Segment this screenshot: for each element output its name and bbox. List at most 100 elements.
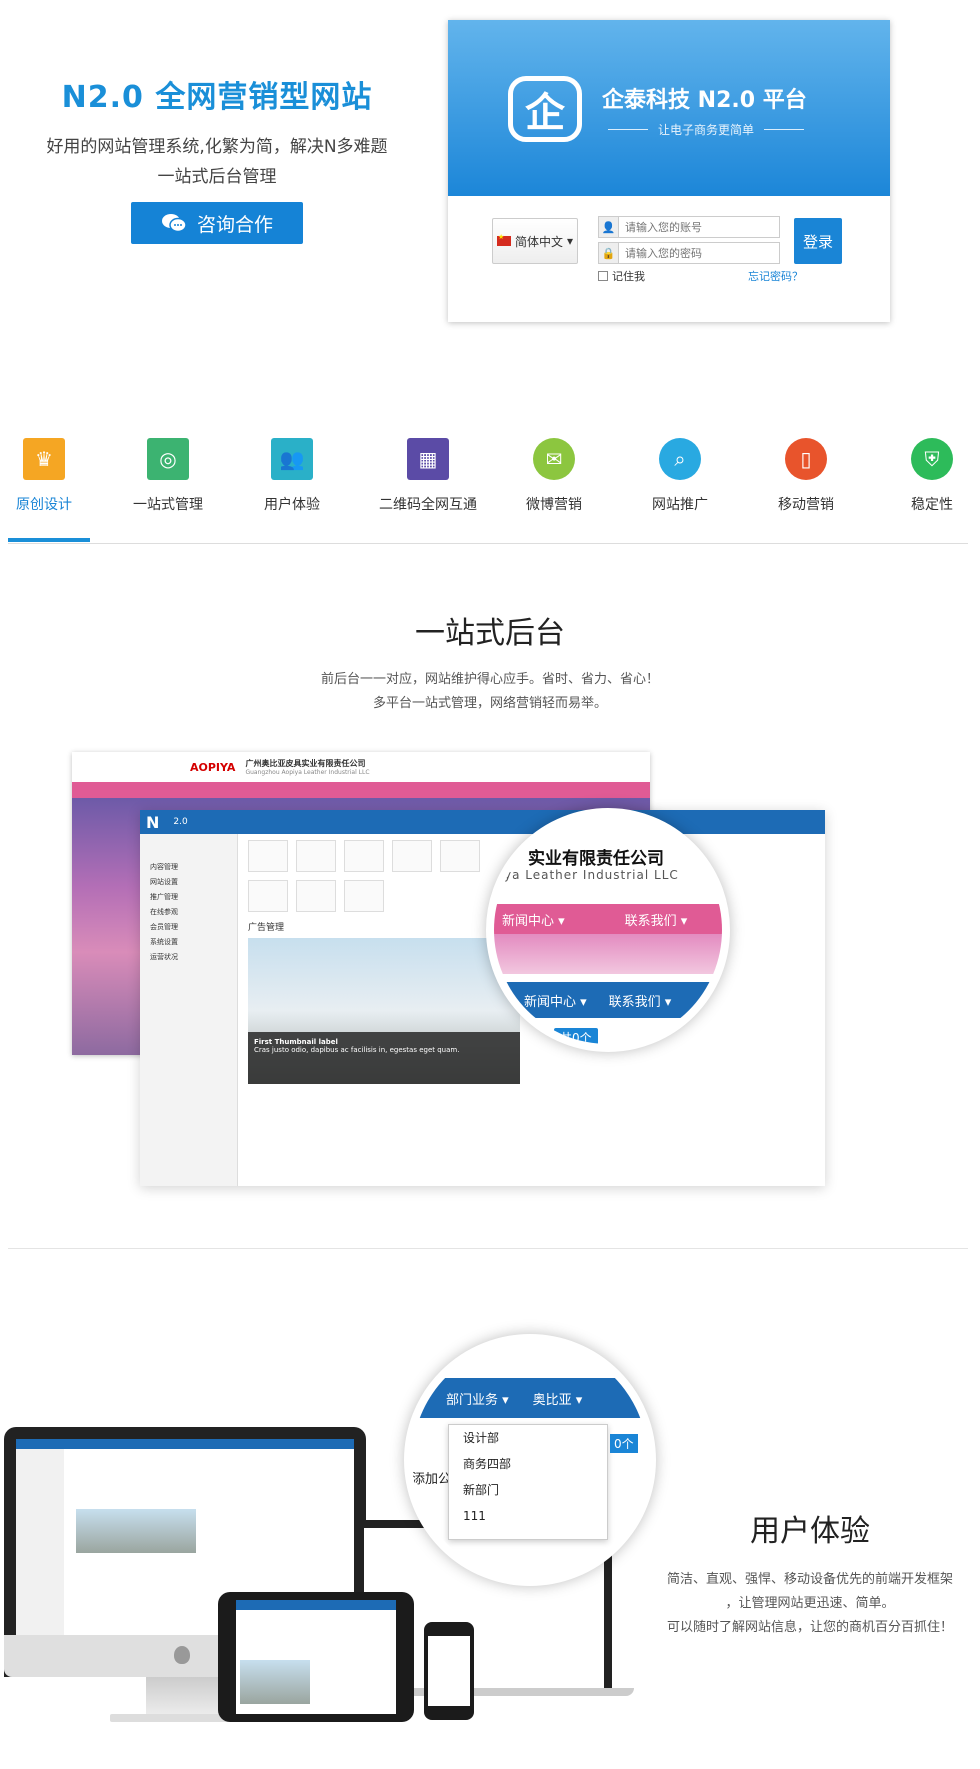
section-description: 简洁、直观、强悍、移动设备优先的前端开发框架 ，让管理网站更迅速、简单。 可以随… [650,1568,970,1640]
mobile-icon: ▯ [785,438,827,480]
brand-title: 企泰科技 N2.0 平台 [602,88,807,113]
dropdown-item[interactable]: 新部门 [449,1477,607,1503]
feature-label: 原创设计 [16,497,72,513]
caption-title: First Thumbnail label [254,1038,338,1046]
account-input[interactable] [619,220,769,234]
crown-icon: ♛ [23,438,65,480]
account-field[interactable]: 👤 [598,216,780,238]
caption-text: Cras justo odio, dapibus ac facilisis in… [254,1046,460,1054]
sidebar-item: 网站设置 [150,878,178,886]
feature-label: 移动营销 [778,497,834,513]
section-desc-line1: 简洁、直观、强悍、移动设备优先的前端开发框架 [666,1572,953,1587]
section-desc-line1: 前后台一一对应，网站维护得心应手。省时、省力、省心！ [320,672,659,687]
hero-title: N2.0 全网营销型网站 [61,80,373,115]
login-button[interactable]: 登录 [794,218,842,264]
dropdown-item[interactable]: 设计部 [449,1425,607,1451]
admin-screenshot: N 2.0 内容管理 网站设置 推广管理 在线参观 会员管理 系统设置 运营状况… [140,810,825,1186]
zoom-admin-nav: 部门业务 ▾ 奥比亚 ▾ [412,1378,648,1418]
nav-department[interactable]: 部门业务 ▾ [446,1389,509,1408]
feature-stability[interactable]: ⛨ 稳定性 [872,438,980,514]
caret-down-icon: ▾ [566,234,574,248]
chat-bubble-icon: ✉ [533,438,575,480]
feature-one-stop[interactable]: ◎ 一站式管理 [108,438,228,514]
password-field[interactable]: 🔒 [598,242,780,264]
brand-tagline: 让电子商务更简单 [608,121,805,138]
search-icon: ⌕ [659,438,701,480]
zoom-banner [494,934,722,974]
users-icon: 👥 [271,438,313,480]
feature-label: 微博营销 [526,497,582,513]
sidebar-item: 运营状况 [150,953,178,961]
department-dropdown: 设计部 商务四部 新部门 111 [448,1424,608,1540]
remember-checkbox[interactable] [598,271,608,281]
feature-qrcode[interactable]: ▦ 二维码全网互通 [358,438,498,514]
sidebar-item: 系统设置 [150,938,178,946]
consult-button-label: 咨询合作 [196,213,273,236]
password-input[interactable] [619,246,769,260]
feature-label: 稳定性 [911,497,953,513]
feature-weibo[interactable]: ✉ 微博营销 [494,438,614,514]
login-header: 企 企泰科技 N2.0 平台 让电子商务更简单 [448,20,890,196]
nav-contact: 联系我们 ▾ [624,913,688,929]
feature-label: 二维码全网互通 [379,497,477,513]
user-icon: 👤 [599,217,619,237]
feature-tabs: ♛ 原创设计 ◎ 一站式管理 👥 用户体验 ▦ 二维码全网互通 ✉ 微博营销 ⌕… [8,438,968,544]
admin-topbar: N 2.0 [140,810,825,834]
remember-label: 记住我 [612,270,645,283]
nav-aobiya[interactable]: 奥比亚 ▾ [533,1389,583,1408]
phone-device [424,1622,474,1720]
admin-nav-contact: 联系我们 ▾ [608,994,672,1010]
hero-intro: N2.0 全网营销型网站 好用的网站管理系统,化繁为简，解决N多难题 一站式后台… [22,72,412,244]
sidebar-item: 推广管理 [150,893,178,901]
section-divider [8,1248,968,1249]
zoom-admin-nav: 新闻中心 ▾ 联系我们 ▾ [494,982,722,1018]
zoom-lens-dropdown: 部门业务 ▾ 奥比亚 ▾ 添加公 设计部 商务四部 新部门 111 0个 [404,1334,656,1586]
zoom-side-label: 添加公 [412,1472,452,1487]
tablet-screen [236,1600,396,1714]
company-name-cn: 广州奥比亚皮具实业有限责任公司 [245,759,366,768]
sidebar-item: 在线参观 [150,908,178,916]
count-badge: 0个 [610,1434,638,1453]
login-panel: 企 企泰科技 N2.0 平台 让电子商务更简单 简体中文 ▾ 👤 🔒 登录 记住… [448,20,890,322]
imac-stand [146,1677,224,1717]
admin-logo: N [146,812,160,832]
consult-button[interactable]: 咨询合作 [131,202,303,244]
language-select[interactable]: 简体中文 ▾ [492,218,578,264]
hero-desc-line2: 一站式后台管理 [157,167,277,187]
target-icon: ◎ [147,438,189,480]
section-desc-line2: ，让管理网站更迅速、简单。 [725,1596,895,1611]
gallery-caption: First Thumbnail label Cras justo odio, d… [248,1032,520,1084]
feature-label: 一站式管理 [133,497,203,513]
apple-logo-icon [174,1646,190,1664]
section-description: 前后台一一对应，网站维护得心应手。省时、省力、省心！ 多平台一站式管理，网络营销… [0,668,980,716]
zoom-company: 实业有限责任公司 [528,849,664,869]
dropdown-item[interactable]: 商务四部 [449,1451,607,1477]
sidebar-item: 内容管理 [150,863,178,871]
forgot-password-link[interactable]: 忘记密码？ [748,268,803,284]
feature-mobile[interactable]: ▯ 移动营销 [746,438,866,514]
feature-label: 用户体验 [264,497,320,513]
feature-label: 网站推广 [652,497,708,513]
section-title: 一站式后台 [415,616,565,651]
admin-sidebar: 内容管理 网站设置 推广管理 在线参观 会员管理 系统设置 运营状况 [140,834,238,1186]
admin-shortcut-tiles [248,840,508,912]
tablet-device [218,1592,414,1722]
hero-desc-line1: 好用的网站管理系统,化繁为简，解决N多难题 [46,137,388,157]
company-logo: AOPIYA [190,760,236,774]
company-name-en: Guangzhou Aopiya Leather Industrial LLC [245,769,370,776]
feature-user-experience[interactable]: 👥 用户体验 [232,438,352,514]
qrcode-icon: ▦ [407,438,449,480]
admin-nav-news: 新闻中心 ▾ [524,994,587,1010]
shield-icon: ⛨ [911,438,953,480]
section-desc-line2: 多平台一站式管理，网络营销轻而易举。 [372,696,607,711]
active-tab-indicator [8,538,90,542]
section-title: 用户体验 [750,1514,870,1549]
remember-me[interactable]: 记住我 [598,268,645,284]
section-desc-line3: 可以随时了解网站信息，让您的商机百分百抓住！ [666,1620,953,1635]
feature-original-design[interactable]: ♛ 原创设计 [0,438,104,514]
chat-icon [161,214,187,233]
lock-icon: 🔒 [599,243,619,263]
dropdown-item[interactable]: 111 [449,1503,607,1529]
zoom-lens-nav: 实业有限责任公司 ya Leather Industrial LLC 新闻中心 … [486,808,730,1052]
feature-promotion[interactable]: ⌕ 网站推广 [620,438,740,514]
